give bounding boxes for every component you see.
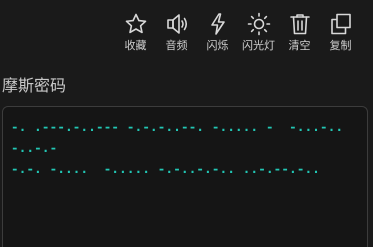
sun-icon (247, 12, 270, 36)
morse-output-box[interactable]: -. .---.-..--- -.-.-..--. -..... - -...-… (2, 106, 368, 247)
star-icon (125, 13, 146, 34)
morse-screen: 收藏 音频 闪烁 闪光灯 清空 复制 摩斯密码 -. .---.-..--- -… (0, 0, 373, 247)
speaker-icon (166, 14, 187, 34)
flashlight-button[interactable]: 闪光灯 (238, 12, 279, 52)
audio-button[interactable]: 音频 (156, 12, 197, 52)
favorite-button[interactable]: 收藏 (115, 12, 156, 52)
morse-output-text: -. .---.-..--- -.-.-..--. -..... - -...-… (11, 119, 344, 176)
copy-label: 复制 (329, 39, 352, 52)
toolbar: 收藏 音频 闪烁 闪光灯 清空 复制 (115, 12, 361, 52)
flashlight-label: 闪光灯 (242, 39, 275, 52)
flash-blink-button[interactable]: 闪烁 (197, 12, 238, 52)
trash-icon (289, 14, 310, 35)
clear-label: 清空 (288, 39, 311, 52)
flash-blink-label: 闪烁 (206, 39, 229, 52)
audio-label: 音频 (165, 39, 188, 52)
copy-button[interactable]: 复制 (320, 12, 361, 52)
favorite-label: 收藏 (124, 39, 147, 52)
clear-button[interactable]: 清空 (279, 12, 320, 52)
section-title: 摩斯密码 (2, 76, 67, 95)
lightning-icon (210, 13, 225, 35)
copy-icon (330, 13, 351, 35)
